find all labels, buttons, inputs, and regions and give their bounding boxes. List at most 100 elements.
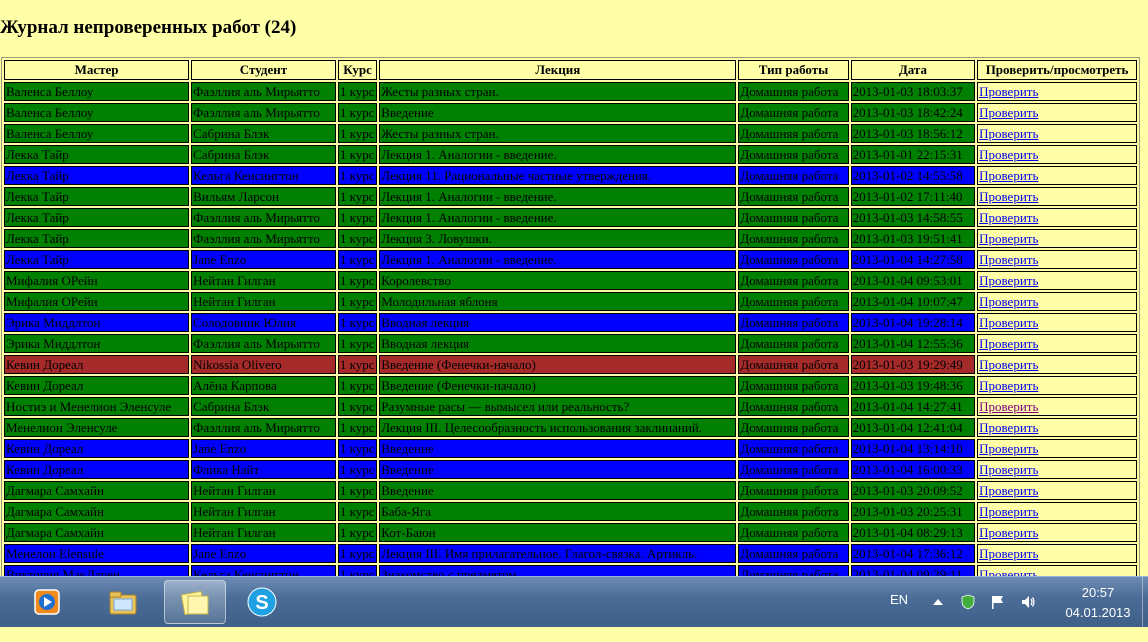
table-row: Менелон Elensule Jane Enzo 1 курс Лекция II… — [4, 544, 1137, 563]
cell-work-type: Домашняя работа — [738, 397, 849, 416]
cell-course: 1 курс — [337, 187, 378, 206]
language-indicator[interactable]: EN — [890, 592, 908, 642]
cell-action: Проверить — [977, 229, 1137, 248]
media-player-taskbar-button[interactable] — [18, 580, 78, 624]
column-header-action: Проверить/просмотреть — [977, 60, 1137, 80]
skype-taskbar-button[interactable]: S — [232, 580, 292, 624]
cell-lecture: Введение (Фенечки-начало) — [379, 376, 737, 395]
cell-action: Проверить — [977, 523, 1137, 542]
cell-student: Фаэллия аль Мирьятто — [191, 82, 336, 101]
check-link[interactable]: Проверить — [979, 210, 1038, 225]
action-center-flag-icon[interactable] — [990, 594, 1006, 610]
check-link[interactable]: Проверить — [979, 504, 1038, 519]
check-link[interactable]: Проверить — [979, 357, 1038, 372]
cell-master: Валенса Беллоу — [4, 103, 190, 122]
check-link[interactable]: Проверить — [979, 84, 1038, 99]
cell-lecture: Вводная лекция — [379, 313, 737, 332]
check-link[interactable]: Проверить — [979, 252, 1038, 267]
cell-course: 1 курс — [337, 229, 378, 248]
cell-lecture: Лекция 11. Рациональные частные утвержде… — [379, 166, 737, 185]
check-link[interactable]: Проверить — [979, 546, 1038, 561]
cell-action: Проверить — [977, 418, 1137, 437]
cell-lecture: Введение — [379, 103, 737, 122]
check-link[interactable]: Проверить — [979, 315, 1038, 330]
cell-date: 2013-01-04 10:07:47 — [850, 292, 976, 311]
cell-student: Алёна Карпова — [191, 376, 336, 395]
check-link[interactable]: Проверить — [979, 105, 1038, 120]
cell-action: Проверить — [977, 250, 1137, 269]
check-link[interactable]: Проверить — [979, 378, 1038, 393]
antivirus-shield-icon[interactable] — [960, 594, 976, 610]
cell-student: Фаэллия аль Мирьятто — [191, 208, 336, 227]
column-header-date: Дата — [850, 60, 976, 80]
check-link[interactable]: Проверить — [979, 231, 1038, 246]
clock-time: 20:57 — [1081, 585, 1115, 600]
check-link[interactable]: Проверить — [979, 147, 1038, 162]
table-row: Мифалия ОРейн Нейтан Гилган 1 курс Королевс… — [4, 271, 1137, 290]
cell-master: Дагмара Самхайн — [4, 523, 190, 542]
table-row: Эрика Миддлтон Солодовник Юлия 1 курс Вводн… — [4, 313, 1137, 332]
sticky-notes-taskbar-button[interactable] — [164, 580, 226, 624]
cell-action: Проверить — [977, 355, 1137, 374]
table-row: Ностиэ и Менелион Эленсуле Сабрина Блэк 1 … — [4, 397, 1137, 416]
check-link[interactable]: Проверить — [979, 336, 1038, 351]
cell-master: Эрика Миддлтон — [4, 334, 190, 353]
cell-lecture: Молодильная яблоня — [379, 292, 737, 311]
table-row: Кевин Дореал Флика Найт 1 курс Введение Дома… — [4, 460, 1137, 479]
cell-date: 2013-01-04 16:00:33 — [850, 460, 976, 479]
table-row: Кевин Дореал Алёна Карпова 1 курс Введение … — [4, 376, 1137, 395]
show-hidden-icons-icon[interactable] — [930, 594, 946, 610]
check-link[interactable]: Проверить — [979, 126, 1038, 141]
table-row: Мифалия ОРейн Нейтан Гилган 1 курс Молодиль… — [4, 292, 1137, 311]
cell-course: 1 курс — [337, 103, 378, 122]
cell-course: 1 курс — [337, 418, 378, 437]
table-row: Менелион Эленсуле Фаэллия аль Мирьятто 1 к… — [4, 418, 1137, 437]
volume-icon[interactable] — [1020, 594, 1036, 610]
check-link[interactable]: Проверить — [979, 420, 1038, 435]
cell-lecture: Лекция 1. Аналогии - введение. — [379, 145, 737, 164]
check-link[interactable]: Проверить — [979, 273, 1038, 288]
cell-student: Фаэллия аль Мирьятто — [191, 103, 336, 122]
cell-work-type: Домашняя работа — [738, 481, 849, 500]
check-link[interactable]: Проверить — [979, 462, 1038, 477]
cell-course: 1 курс — [337, 145, 378, 164]
cell-date: 2013-01-01 22:15:31 — [850, 145, 976, 164]
cell-action: Проверить — [977, 208, 1137, 227]
check-link[interactable]: Проверить — [979, 441, 1038, 456]
cell-lecture: Лекция 1. Аналогии - введение. — [379, 208, 737, 227]
cell-work-type: Домашняя работа — [738, 229, 849, 248]
cell-action: Проверить — [977, 313, 1137, 332]
check-link[interactable]: Проверить — [979, 189, 1038, 204]
explorer-taskbar-button[interactable] — [93, 580, 153, 624]
check-link[interactable]: Проверить — [979, 525, 1038, 540]
cell-work-type: Домашняя работа — [738, 355, 849, 374]
cell-master: Кевин Дореал — [4, 439, 190, 458]
cell-date: 2013-01-03 20:09:52 — [850, 481, 976, 500]
table-row: Лекка Тайр Вильям Ларсон 1 курс Лекция 1. А… — [4, 187, 1137, 206]
cell-work-type: Домашняя работа — [738, 250, 849, 269]
show-desktop-button[interactable] — [1142, 577, 1148, 627]
cell-course: 1 курс — [337, 334, 378, 353]
cell-date: 2013-01-04 12:55:36 — [850, 334, 976, 353]
clock[interactable]: 20:57 04.01.2013 — [1055, 583, 1141, 623]
check-link[interactable]: Проверить — [979, 399, 1038, 414]
cell-master: Дагмара Самхайн — [4, 481, 190, 500]
taskbar: S EN 20:57 04.01.2013 — [0, 576, 1148, 627]
cell-course: 1 курс — [337, 271, 378, 290]
check-link[interactable]: Проверить — [979, 294, 1038, 309]
cell-master: Лекка Тайр — [4, 187, 190, 206]
check-link[interactable]: Проверить — [979, 483, 1038, 498]
cell-master: Кевин Дореал — [4, 355, 190, 374]
cell-action: Проверить — [977, 82, 1137, 101]
table-row: Дагмара Самхайн Нейтан Гилган 1 курс Баба-Я… — [4, 502, 1137, 521]
cell-student: Jane Enzo — [191, 544, 336, 563]
column-header-master: Мастер — [4, 60, 190, 80]
cell-work-type: Домашняя работа — [738, 418, 849, 437]
table-row: Лекка Тайр Фаэллия аль Мирьятто 1 курс Лекц… — [4, 229, 1137, 248]
check-link[interactable]: Проверить — [979, 168, 1038, 183]
cell-date: 2013-01-03 14:58:55 — [850, 208, 976, 227]
cell-lecture: Лекция III. Имя прилагательное. Глагол-с… — [379, 544, 737, 563]
cell-course: 1 курс — [337, 376, 378, 395]
cell-student: Фаэллия аль Мирьятто — [191, 418, 336, 437]
cell-lecture: Лекция III. Целесообразность использован… — [379, 418, 737, 437]
